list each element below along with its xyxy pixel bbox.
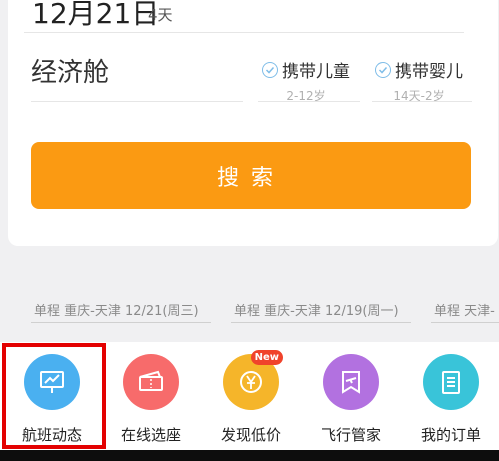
tab-label: 发现低价	[220, 426, 281, 444]
option-label: 携带儿童	[282, 62, 350, 82]
system-bar	[0, 450, 499, 461]
divider	[431, 322, 499, 323]
history-item[interactable]: 单程 重庆-天津 12/19(周一)	[234, 300, 399, 319]
check-circle-icon	[262, 61, 278, 78]
history-item[interactable]: 单程 重庆-天津 12/21(周三)	[34, 300, 199, 319]
with-infant-option[interactable]: 携带婴儿 14天-2岁	[375, 57, 463, 104]
tab-seat-selection[interactable]: 在线选座	[101, 354, 201, 445]
tab-flight-butler[interactable]: 飞行管家	[301, 354, 401, 445]
flight-status-icon	[24, 354, 80, 410]
date-field[interactable]: 12月21日 4天	[24, 0, 464, 33]
tab-my-orders[interactable]: 我的订单	[401, 354, 499, 445]
history-item[interactable]: 单程 天津-	[434, 300, 495, 319]
trip-duration: 4天	[148, 6, 173, 24]
yen-coin-icon: New	[223, 350, 283, 410]
tab-label: 飞行管家	[320, 426, 381, 444]
tab-low-fares[interactable]: New 发现低价	[201, 350, 301, 445]
divider	[372, 101, 472, 102]
tab-label: 我的订单	[420, 426, 481, 444]
search-history: 单程 重庆-天津 12/21(周三) 单程 重庆-天津 12/19(周一) 单程…	[0, 300, 499, 324]
new-badge: New	[250, 350, 283, 365]
cabin-class-selector[interactable]: 经济舱	[31, 52, 109, 89]
divider	[31, 322, 211, 323]
divider	[31, 101, 243, 102]
clipboard-icon	[423, 354, 479, 410]
check-circle-icon	[375, 61, 391, 78]
search-button[interactable]: 搜索	[31, 142, 471, 209]
tab-label: 航班动态	[21, 426, 82, 444]
with-children-option[interactable]: 携带儿童 2-12岁	[262, 57, 350, 104]
divider	[231, 322, 411, 323]
divider	[258, 101, 360, 102]
ticket-icon	[123, 354, 179, 410]
search-card	[8, 0, 498, 246]
tab-label: 在线选座	[120, 426, 181, 444]
option-label: 携带婴儿	[395, 62, 463, 82]
bookmark-plane-icon	[323, 354, 379, 410]
departure-date: 12月21日	[32, 0, 160, 30]
tab-flight-status[interactable]: 航班动态	[2, 354, 102, 445]
feature-bar: 航班动态 在线选座 New 发现低价 飞行管家 我的订单	[0, 342, 499, 461]
